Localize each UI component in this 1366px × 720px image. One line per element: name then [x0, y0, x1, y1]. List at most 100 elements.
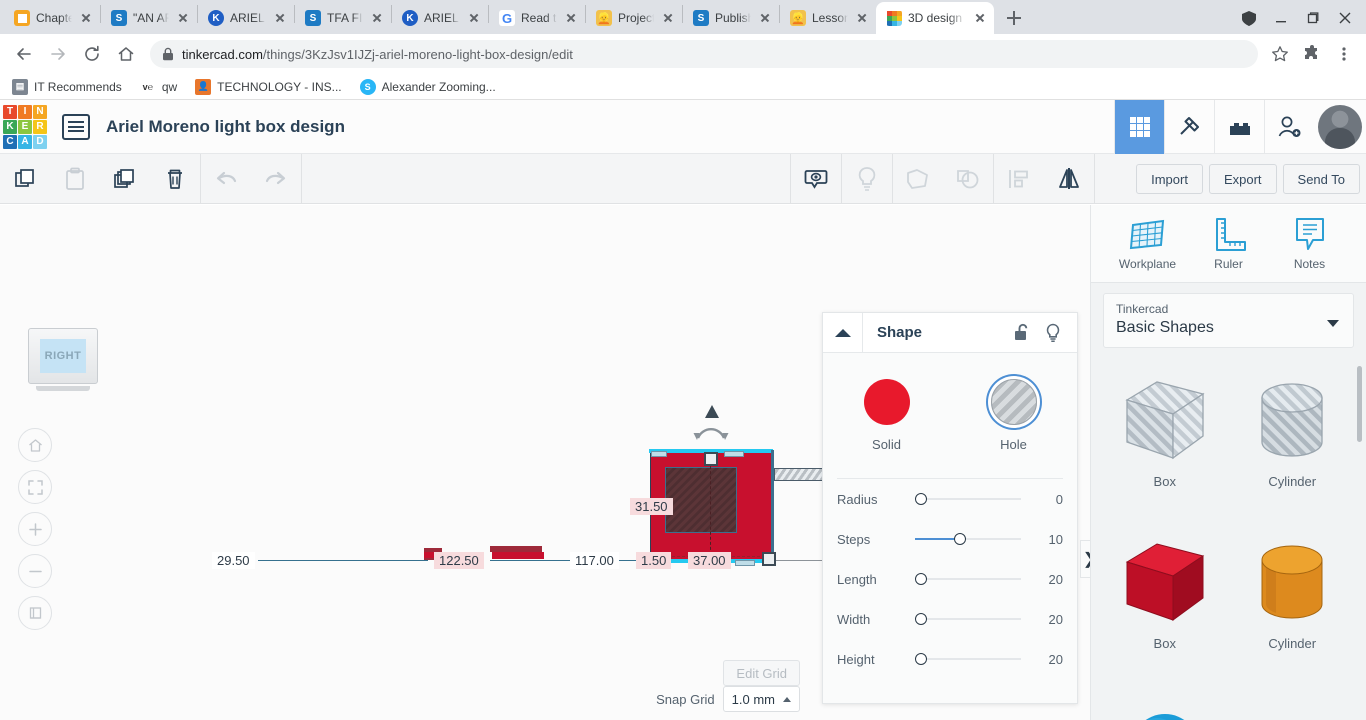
- hole-strip[interactable]: [774, 468, 824, 481]
- blocks-icon[interactable]: [1214, 100, 1264, 154]
- dimension-label[interactable]: 37.00: [688, 552, 731, 569]
- close-icon[interactable]: [272, 10, 288, 26]
- dimension-label[interactable]: 122.50: [434, 552, 484, 569]
- dimension-label[interactable]: 117.00: [570, 552, 619, 569]
- avatar[interactable]: [1314, 100, 1366, 154]
- edge-tab[interactable]: [651, 451, 667, 457]
- rotate-handle-icon[interactable]: [692, 427, 730, 441]
- close-icon[interactable]: [972, 10, 988, 26]
- close-icon[interactable]: [563, 10, 579, 26]
- steps-value[interactable]: 10: [1031, 532, 1063, 547]
- fit-view-icon[interactable]: [18, 470, 52, 504]
- edit-grid-button[interactable]: Edit Grid: [723, 660, 800, 686]
- shape-item-box-hole[interactable]: Box: [1101, 364, 1229, 516]
- close-icon[interactable]: [854, 10, 870, 26]
- visibility-icon[interactable]: [791, 154, 841, 204]
- copy-icon[interactable]: [0, 154, 50, 204]
- hole-color-swatch[interactable]: [990, 379, 1037, 425]
- delete-icon[interactable]: [150, 154, 200, 204]
- browser-tab[interactable]: 👱 Lesson 4:: [780, 2, 876, 34]
- browser-tab[interactable]: 👱 Project Ec: [586, 2, 682, 34]
- browser-tab-active[interactable]: 3D design: [876, 2, 994, 34]
- solid-color-swatch[interactable]: [863, 379, 910, 425]
- browser-tab[interactable]: G Read the: [489, 2, 585, 34]
- browser-tab[interactable]: S TFA FINA: [295, 2, 391, 34]
- hole-mode-option[interactable]: Hole: [950, 379, 1077, 452]
- align-icon[interactable]: [994, 154, 1044, 204]
- width-slider[interactable]: [915, 612, 1021, 626]
- minimize-icon[interactable]: [1266, 5, 1296, 31]
- shape-item-cylinder-hole[interactable]: Cylinder: [1229, 364, 1357, 516]
- height-slider[interactable]: [915, 652, 1021, 666]
- edge-tab[interactable]: [724, 451, 744, 457]
- browser-tab[interactable]: K ARIEL MO: [198, 2, 294, 34]
- codeblocks-icon[interactable]: [1164, 100, 1214, 154]
- export-button[interactable]: Export: [1208, 164, 1277, 194]
- light-icon[interactable]: [842, 154, 892, 204]
- slider-knob[interactable]: [915, 653, 927, 665]
- maximize-icon[interactable]: [1298, 5, 1328, 31]
- close-icon[interactable]: [466, 10, 482, 26]
- send-to-button[interactable]: Send To: [1282, 164, 1360, 194]
- star-icon[interactable]: [1266, 40, 1294, 68]
- solid-mode-option[interactable]: Solid: [823, 379, 950, 452]
- top-resize-handle[interactable]: [704, 452, 718, 466]
- extensions-icon[interactable]: [1298, 40, 1326, 68]
- shape-item-cylinder-solid[interactable]: Cylinder: [1229, 526, 1357, 678]
- sidebar-item-workplane[interactable]: Workplane: [1112, 217, 1184, 271]
- slider-knob[interactable]: [954, 533, 967, 545]
- steps-slider[interactable]: [915, 532, 1021, 546]
- close-icon[interactable]: [757, 10, 773, 26]
- ungroup-icon[interactable]: [943, 154, 993, 204]
- sidebar-item-notes[interactable]: Notes: [1274, 217, 1346, 271]
- shield-icon[interactable]: [1234, 5, 1264, 31]
- browser-tab[interactable]: Chapter 3: [4, 2, 100, 34]
- browser-tab[interactable]: K ARIEL MO: [392, 2, 488, 34]
- close-icon[interactable]: [175, 10, 191, 26]
- slider-knob[interactable]: [915, 613, 927, 625]
- length-slider[interactable]: [915, 572, 1021, 586]
- add-person-icon[interactable]: [1264, 100, 1314, 154]
- shape-library-grid[interactable]: Box Cylinder Box Cylinder: [1091, 360, 1366, 720]
- grid-icon[interactable]: [1114, 100, 1164, 154]
- reload-icon[interactable]: [76, 38, 108, 70]
- dimension-label[interactable]: 1.50: [636, 552, 672, 569]
- close-icon[interactable]: [78, 10, 94, 26]
- bookmark-item[interactable]: ▤ IT Recommends: [12, 78, 122, 95]
- undo-icon[interactable]: [201, 154, 251, 204]
- shape-item-box-solid[interactable]: Box: [1101, 526, 1229, 678]
- back-arrow-icon[interactable]: [8, 38, 40, 70]
- browser-tab[interactable]: S "AN AFRI: [101, 2, 197, 34]
- mirror-icon[interactable]: [1044, 154, 1094, 204]
- import-button[interactable]: Import: [1136, 164, 1203, 194]
- bookmark-item[interactable]: v℮ qw: [139, 78, 177, 95]
- bookmark-item[interactable]: S Alexander Zooming...: [359, 78, 496, 95]
- radius-slider[interactable]: [915, 492, 1021, 506]
- length-value[interactable]: 20: [1031, 572, 1063, 587]
- view-cube[interactable]: RIGHT: [28, 328, 98, 391]
- dimension-label[interactable]: 31.50: [630, 498, 673, 515]
- unlock-icon[interactable]: [1014, 323, 1031, 342]
- paste-icon[interactable]: [50, 154, 100, 204]
- shape-library-select[interactable]: Tinkercad Basic Shapes: [1103, 293, 1354, 348]
- sidebar-item-ruler[interactable]: Ruler: [1193, 217, 1265, 271]
- redo-icon[interactable]: [251, 154, 301, 204]
- group-icon[interactable]: [893, 154, 943, 204]
- radius-value[interactable]: 0: [1031, 492, 1063, 507]
- caret-up-icon[interactable]: [823, 313, 863, 352]
- snap-grid-select[interactable]: 1.0 mm: [722, 686, 800, 712]
- height-value[interactable]: 20: [1031, 652, 1063, 667]
- bookmark-item[interactable]: 👤 TECHNOLOGY - INS...: [195, 78, 342, 95]
- edge-tab[interactable]: [735, 560, 755, 566]
- close-window-icon[interactable]: [1330, 5, 1360, 31]
- shape-item-sphere[interactable]: [1101, 688, 1229, 720]
- hole-object[interactable]: [665, 467, 737, 533]
- address-bar[interactable]: tinkercad.com/things/3KzJsv1IJZj-ariel-m…: [150, 40, 1258, 68]
- light-bulb-icon[interactable]: [1045, 323, 1061, 343]
- rotate-arrow-icon[interactable]: [705, 404, 719, 418]
- new-tab-button[interactable]: [1000, 4, 1028, 32]
- designs-list-icon[interactable]: [62, 113, 90, 140]
- browser-tab[interactable]: S Published: [683, 2, 779, 34]
- corner-resize-handle[interactable]: [762, 552, 776, 566]
- ortho-view-icon[interactable]: [18, 596, 52, 630]
